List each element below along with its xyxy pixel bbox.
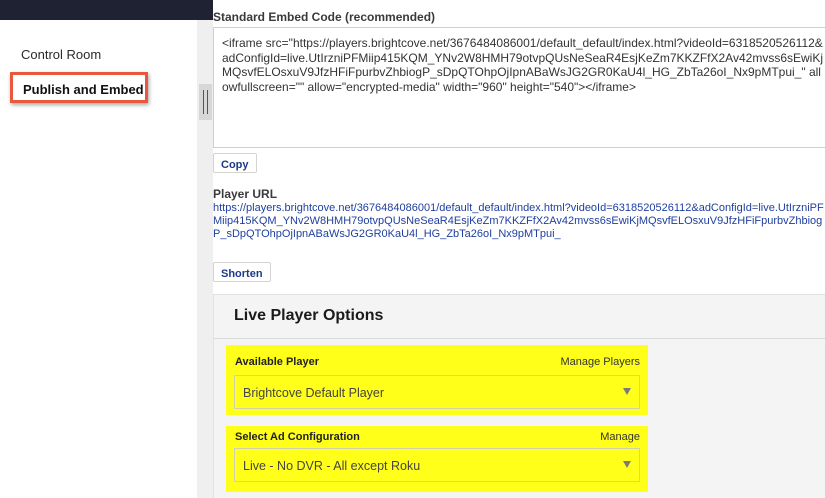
sidebar-item-control-room[interactable]: Control Room bbox=[21, 47, 101, 62]
chevron-down-icon bbox=[623, 388, 631, 395]
manage-ad-config-link[interactable]: Manage bbox=[600, 431, 640, 443]
available-player-field: Available Player Manage Players Brightco… bbox=[226, 345, 648, 415]
available-player-value: Brightcove Default Player bbox=[243, 386, 385, 400]
available-player-label: Available Player bbox=[235, 356, 319, 368]
live-player-options-panel: Live Player Options Available Player Man… bbox=[213, 294, 825, 498]
manage-players-link[interactable]: Manage Players bbox=[561, 356, 641, 368]
drag-handle-icon[interactable] bbox=[199, 84, 212, 120]
panel-title: Live Player Options bbox=[234, 307, 384, 324]
embed-code-title: Standard Embed Code (recommended) bbox=[213, 10, 436, 24]
ad-configuration-label: Select Ad Configuration bbox=[235, 431, 360, 443]
sidebar-item-publish-and-embed[interactable]: Publish and Embed bbox=[10, 72, 148, 103]
ad-configuration-value: Live - No DVR - All except Roku bbox=[243, 459, 421, 473]
panel-header: Live Player Options bbox=[214, 295, 825, 339]
player-url-link[interactable]: https://players.brightcove.net/367648408… bbox=[213, 202, 825, 241]
chevron-down-icon bbox=[623, 461, 631, 468]
embed-code-textarea[interactable]: <iframe src="https://players.brightcove.… bbox=[213, 27, 825, 148]
player-url-label: Player URL bbox=[213, 187, 278, 201]
main-content: Standard Embed Code (recommended) <ifram… bbox=[213, 0, 825, 498]
available-player-select[interactable]: Brightcove Default Player bbox=[234, 375, 640, 409]
ad-configuration-field: Select Ad Configuration Manage Live - No… bbox=[226, 426, 648, 492]
ad-configuration-select[interactable]: Live - No DVR - All except Roku bbox=[234, 448, 640, 482]
shorten-button[interactable]: Shorten bbox=[213, 262, 271, 282]
copy-button[interactable]: Copy bbox=[213, 153, 257, 173]
sidebar: Control Room Publish and Embed bbox=[0, 20, 197, 498]
